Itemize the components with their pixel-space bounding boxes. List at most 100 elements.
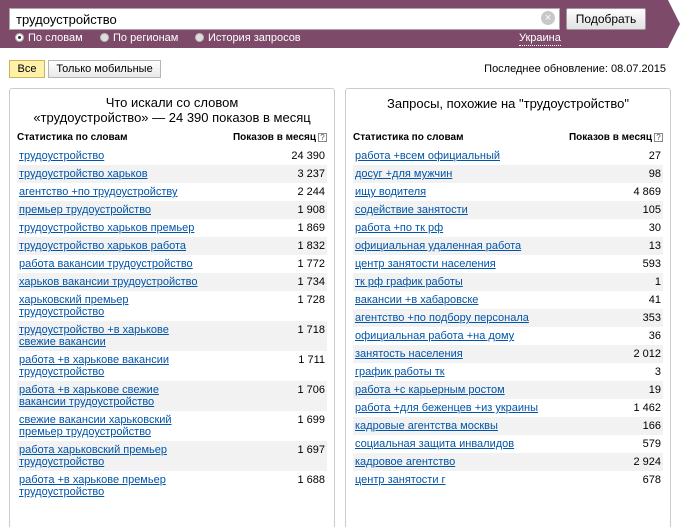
table-row: работа харьковский премьер трудоустройст… [17, 441, 327, 471]
keyword-link[interactable]: харьковский премьер трудоустройство [17, 294, 207, 318]
keyword-link[interactable]: работа вакансии трудоустройство [17, 258, 207, 270]
keyword-link[interactable]: занятость населения [353, 348, 543, 360]
search-button[interactable]: Подобрать [566, 8, 646, 30]
keyword-link[interactable]: работа харьковский премьер трудоустройст… [17, 444, 207, 468]
col-count: Показов в месяц? [233, 132, 327, 144]
impressions-count: 41 [648, 294, 661, 306]
keyword-link[interactable]: трудоустройство [17, 150, 207, 162]
table-row: работа +для беженцев +из украины 1 462 [353, 399, 663, 417]
table-row: кадровое агентство 2 924 [353, 453, 663, 471]
table-row: занятость населения 2 012 [353, 345, 663, 363]
table-row: досуг +для мужчин 98 [353, 165, 663, 183]
keyword-link[interactable]: работа +в харькове премьер трудоустройст… [17, 474, 207, 498]
keyword-link[interactable]: трудоустройство харьков премьер [17, 222, 207, 234]
last-update: Последнее обновление: 08.07.2015 [484, 63, 666, 75]
keyword-link[interactable]: центр занятости г [353, 474, 543, 486]
keyword-link[interactable]: официальная удаленная работа [353, 240, 543, 252]
impressions-count: 1 706 [297, 384, 325, 396]
filter-all[interactable]: Все [9, 60, 45, 78]
impressions-count: 105 [642, 204, 661, 216]
keyword-link[interactable]: агентство +по подбору персонала [353, 312, 543, 324]
table-row: харьков вакансии трудоустройство 1 734 [17, 273, 327, 291]
right-panel: Запросы, похожие на "трудоустройство" Ст… [345, 88, 671, 527]
keyword-link[interactable]: работа +в харькове вакансии трудоустройс… [17, 354, 207, 378]
keyword-link[interactable]: тк рф график работы [353, 276, 543, 288]
keyword-link[interactable]: кадровые агентства москвы [353, 420, 543, 432]
col-count: Показов в месяц? [569, 132, 663, 144]
table-row: премьер трудоустройство 1 908 [17, 201, 327, 219]
impressions-count: 1 718 [297, 324, 325, 336]
help-icon[interactable]: ? [654, 133, 663, 142]
table-row: трудоустройство +в харькове свежие вакан… [17, 321, 327, 351]
table-row: работа +по тк рф 30 [353, 219, 663, 237]
wordstat-app: трудоустройство × Подобрать По словам По… [0, 0, 680, 527]
keyword-link[interactable]: работа +по тк рф [353, 222, 543, 234]
keyword-link[interactable]: кадровое агентство [353, 456, 543, 468]
keyword-link[interactable]: ищу водителя [353, 186, 543, 198]
col-count-label: Показов в месяц [232, 132, 316, 143]
radio-icon[interactable] [195, 33, 204, 42]
keyword-link[interactable]: содействие занятости [353, 204, 543, 216]
help-icon[interactable]: ? [318, 133, 327, 142]
panel-subtitle: «трудоустройство» — 24 390 показов в мес… [33, 110, 311, 125]
impressions-count: 24 390 [291, 150, 325, 162]
mode-by-regions[interactable]: По регионам [100, 31, 178, 45]
table-row: официальная работа +на дому 36 [353, 327, 663, 345]
mode-history[interactable]: История запросов [195, 31, 301, 45]
col-words: Статистика по словам [17, 132, 128, 143]
keyword-link[interactable]: досуг +для мужчин [353, 168, 543, 180]
radio-icon[interactable] [100, 33, 109, 42]
table-row: трудоустройство харьков работа 1 832 [17, 237, 327, 255]
keyword-link[interactable]: свежие вакансии харьковский премьер труд… [17, 414, 207, 438]
keyword-link[interactable]: работа +для беженцев +из украины [353, 402, 543, 414]
table-row: вакансии +в хабаровске 41 [353, 291, 663, 309]
keyword-link[interactable]: премьер трудоустройство [17, 204, 207, 216]
keyword-link[interactable]: харьков вакансии трудоустройство [17, 276, 207, 288]
table-row: ищу водителя 4 869 [353, 183, 663, 201]
impressions-count: 1 869 [297, 222, 325, 234]
impressions-count: 353 [642, 312, 661, 324]
keyword-link[interactable]: трудоустройство харьков [17, 168, 207, 180]
impressions-count: 593 [642, 258, 661, 270]
impressions-count: 2 012 [633, 348, 661, 360]
search-input[interactable]: трудоустройство [9, 8, 560, 30]
impressions-count: 1 711 [298, 354, 325, 366]
impressions-count: 4 869 [633, 186, 661, 198]
mode-label: История запросов [208, 32, 301, 44]
keyword-link[interactable]: график работы тк [353, 366, 543, 378]
panel-title: Запросы, похожие на "трудоустройство" [386, 96, 629, 111]
col-count-label: Показов в месяц [568, 132, 652, 143]
table-row: содействие занятости 105 [353, 201, 663, 219]
impressions-count: 1 699 [297, 414, 325, 426]
table-row: работа +в харькове вакансии трудоустройс… [17, 351, 327, 381]
table-row: работа +в харькове свежие вакансии трудо… [17, 381, 327, 411]
clear-icon[interactable]: × [541, 11, 555, 25]
keyword-link[interactable]: вакансии +в хабаровске [353, 294, 543, 306]
table-row: агентство +по подбору персонала 353 [353, 309, 663, 327]
search-header: трудоустройство × Подобрать По словам По… [0, 0, 680, 48]
mode-label: По регионам [113, 32, 179, 44]
keyword-link[interactable]: социальная защита инвалидов [353, 438, 543, 450]
impressions-count: 1 772 [297, 258, 325, 270]
impressions-count: 678 [642, 474, 661, 486]
region-selector[interactable]: Украина [519, 31, 561, 46]
keyword-link[interactable]: работа +всем официальный [353, 150, 543, 162]
impressions-count: 1 908 [297, 204, 325, 216]
impressions-count: 2 244 [297, 186, 325, 198]
filter-mobile[interactable]: Только мобильные [48, 60, 161, 78]
keyword-link[interactable]: центр занятости населения [353, 258, 543, 270]
impressions-count: 1 697 [297, 444, 325, 456]
keyword-link[interactable]: трудоустройство +в харькове свежие вакан… [17, 324, 207, 348]
radio-icon[interactable] [15, 33, 24, 42]
keyword-link[interactable]: трудоустройство харьков работа [17, 240, 207, 252]
impressions-count: 27 [648, 150, 661, 162]
table-row: центр занятости г 678 [353, 471, 663, 489]
table-row: тк рф график работы 1 [353, 273, 663, 291]
impressions-count: 2 924 [633, 456, 661, 468]
keyword-link[interactable]: агентство +по трудоустройству [17, 186, 207, 198]
keyword-link[interactable]: работа +с карьерным ростом [353, 384, 543, 396]
keyword-link[interactable]: официальная работа +на дому [353, 330, 543, 342]
mode-by-words[interactable]: По словам [15, 31, 83, 45]
keyword-link[interactable]: работа +в харькове свежие вакансии трудо… [17, 384, 207, 408]
impressions-count: 1 [654, 276, 661, 288]
